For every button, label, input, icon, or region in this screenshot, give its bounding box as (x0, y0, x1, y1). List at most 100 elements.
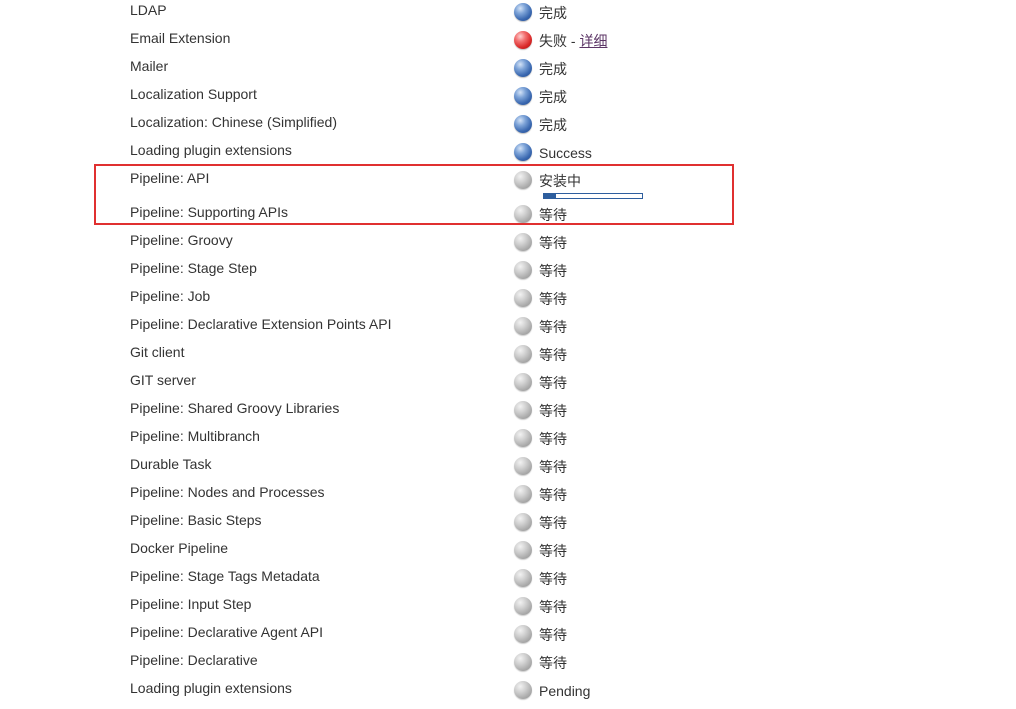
plugin-name: Localization Support (130, 86, 257, 102)
plugin-row: Pipeline: Groovy 等待 (0, 230, 1016, 258)
plugin-name: Pipeline: Job (130, 288, 211, 304)
plugin-row: Pipeline: Multibranch 等待 (0, 426, 1016, 454)
status-label: 完成 (539, 5, 567, 21)
plugin-row: Mailer 完成 (0, 56, 1016, 84)
grey-ball-icon (514, 261, 532, 279)
status-text: 等待 (539, 291, 567, 307)
status-label: 等待 (539, 431, 567, 447)
plugin-name: Pipeline: Input Step (130, 596, 252, 612)
plugin-row: Email Extension 失败 - 详细 (0, 28, 1016, 56)
grey-ball-icon (514, 171, 532, 189)
grey-ball-icon (514, 373, 532, 391)
status-text: 等待 (539, 319, 567, 335)
status-text: 等待 (539, 207, 567, 223)
status-label: 等待 (539, 599, 567, 615)
status-label: Pending (539, 683, 591, 699)
status-text: Pending (539, 683, 590, 699)
status-text: 等待 (539, 599, 567, 615)
status-label: 等待 (539, 403, 567, 419)
grey-ball-icon (514, 205, 532, 223)
status-label: 等待 (539, 543, 567, 559)
status-label: 等待 (539, 263, 567, 279)
plugin-row: Pipeline: Input Step 等待 (0, 594, 1016, 622)
status-label: 等待 (539, 347, 567, 363)
plugin-row: Pipeline: Declarative Extension Points A… (0, 314, 1016, 342)
plugin-name: Pipeline: Supporting APIs (130, 204, 288, 220)
status-label: 等待 (539, 627, 567, 643)
status-label: 等待 (539, 655, 567, 671)
status-text: 完成 (539, 89, 567, 105)
plugin-name: Loading plugin extensions (130, 680, 292, 696)
grey-ball-icon (514, 625, 532, 643)
plugin-row: Durable Task 等待 (0, 454, 1016, 482)
plugin-row: GIT server 等待 (0, 370, 1016, 398)
status-text: 等待 (539, 431, 567, 447)
blue-ball-icon (514, 3, 532, 21)
blue-ball-icon (514, 115, 532, 133)
plugin-name: Pipeline: Declarative (130, 652, 258, 668)
grey-ball-icon (514, 289, 532, 307)
plugin-name: Pipeline: Stage Tags Metadata (130, 568, 320, 584)
plugin-name: Git client (130, 344, 185, 360)
status-text: 等待 (539, 375, 567, 391)
status-text: 等待 (539, 571, 567, 587)
plugin-row: Docker Pipeline 等待 (0, 538, 1016, 566)
plugin-row: Pipeline: Basic Steps 等待 (0, 510, 1016, 538)
grey-ball-icon (514, 653, 532, 671)
status-text: 完成 (539, 61, 567, 77)
grey-ball-icon (514, 485, 532, 503)
plugin-row: Loading plugin extensions Pending (0, 678, 1016, 706)
plugin-name: Pipeline: Declarative Agent API (130, 624, 324, 640)
plugin-row: Pipeline: API 安装中 (0, 168, 1016, 199)
plugin-row: Pipeline: Nodes and Processes 等待 (0, 482, 1016, 510)
plugin-name: Localization: Chinese (Simplified) (130, 114, 337, 130)
status-separator: - (567, 33, 580, 49)
plugin-name: Docker Pipeline (130, 540, 229, 556)
blue-ball-icon (514, 143, 532, 161)
grey-ball-icon (514, 457, 532, 475)
plugin-name: Pipeline: Groovy (130, 232, 233, 248)
plugin-name: Loading plugin extensions (130, 142, 292, 158)
plugin-name: Email Extension (130, 30, 231, 46)
status-text: 等待 (539, 543, 567, 559)
plugin-row: Pipeline: Stage Tags Metadata 等待 (0, 566, 1016, 594)
status-text: 失败 - 详细 (539, 33, 607, 49)
status-text: 等待 (539, 487, 567, 503)
grey-ball-icon (514, 513, 532, 531)
status-label: 等待 (539, 459, 567, 475)
plugin-row: Loading plugin extensions Success (0, 140, 1016, 168)
plugin-row: Localization: Chinese (Simplified) 完成 (0, 112, 1016, 140)
grey-ball-icon (514, 597, 532, 615)
plugin-row: LDAP 完成 (0, 0, 1016, 28)
status-label: 等待 (539, 319, 567, 335)
plugin-row: Pipeline: Supporting APIs 等待 (0, 202, 1016, 230)
plugin-name: Pipeline: Declarative Extension Points A… (130, 316, 392, 332)
plugin-name: LDAP (130, 2, 167, 18)
status-label: 完成 (539, 61, 567, 77)
status-label: 等待 (539, 571, 567, 587)
status-text: 等待 (539, 263, 567, 279)
status-text: 等待 (539, 347, 567, 363)
plugin-name: Pipeline: Shared Groovy Libraries (130, 400, 340, 416)
plugin-row: Pipeline: Shared Groovy Libraries 等待 (0, 398, 1016, 426)
plugin-name: Pipeline: Stage Step (130, 260, 257, 276)
status-label: 安装中 (539, 173, 581, 189)
grey-ball-icon (514, 317, 532, 335)
plugin-row: Localization Support 完成 (0, 84, 1016, 112)
status-label: 等待 (539, 235, 567, 251)
install-progress-fill (544, 194, 556, 198)
status-text: 等待 (539, 655, 567, 671)
plugin-name: GIT server (130, 372, 196, 388)
status-label: 等待 (539, 515, 567, 531)
plugin-name: Pipeline: Nodes and Processes (130, 484, 325, 500)
status-label: 等待 (539, 487, 567, 503)
plugin-name: Pipeline: Basic Steps (130, 512, 262, 528)
status-label: 等待 (539, 291, 567, 307)
grey-ball-icon (514, 429, 532, 447)
grey-ball-icon (514, 541, 532, 559)
status-text: 等待 (539, 515, 567, 531)
status-label: 等待 (539, 207, 567, 223)
blue-ball-icon (514, 87, 532, 105)
failure-details-link[interactable]: 详细 (579, 33, 607, 49)
grey-ball-icon (514, 345, 532, 363)
